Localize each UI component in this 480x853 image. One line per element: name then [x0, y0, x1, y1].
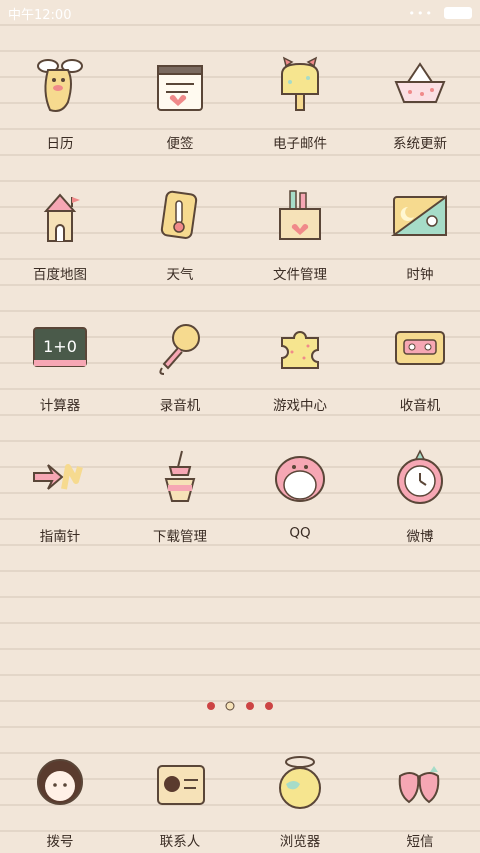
status-time: 中午12:00 [8, 7, 72, 23]
dock-browser[interactable]: 浏览器 [240, 746, 360, 850]
day-night-icon [390, 195, 447, 236]
dock-phone[interactable]: 拨号 [0, 746, 120, 850]
app-label: 浏览器 [279, 834, 321, 850]
app-label: 文件管理 [273, 267, 327, 283]
page-dot-icon [245, 696, 255, 710]
app-calculator[interactable]: 1+0 计算器 [0, 310, 120, 441]
dock-contacts[interactable]: 联系人 [120, 746, 240, 850]
app-label: QQ [289, 525, 311, 541]
app-weather[interactable]: 天气 [120, 179, 240, 310]
thermometer-icon [160, 190, 198, 239]
svg-text:1+0: 1+0 [43, 337, 77, 356]
app-label: 天气 [166, 267, 194, 283]
app-label: 便签 [166, 136, 194, 152]
app-label: 时钟 [406, 267, 434, 283]
app-label: 计算器 [39, 398, 81, 414]
app-game-center[interactable]: 游戏中心 [240, 310, 360, 441]
dock: 拨号 联系人 浏览器 短信 [0, 746, 480, 850]
battery-icon [444, 7, 472, 19]
app-qq[interactable]: QQ [240, 441, 360, 572]
pencil-box-icon [279, 190, 321, 240]
app-download-manager[interactable]: 下载管理 [120, 441, 240, 572]
page-dot-active-icon [225, 696, 235, 711]
mailbox-icon [281, 56, 319, 111]
app-label: 联系人 [159, 834, 201, 850]
app-label: 拨号 [46, 834, 74, 850]
app-label: 短信 [406, 834, 434, 850]
status-bar: 中午12:00 ••• [0, 0, 480, 26]
compass-arrow-icon [33, 464, 83, 490]
cassette-icon [395, 331, 445, 365]
notepad-icon [157, 65, 203, 111]
app-radio[interactable]: 收音机 [360, 310, 480, 441]
app-weibo[interactable]: 微博 [360, 441, 480, 572]
app-label: 游戏中心 [273, 398, 327, 414]
microphone-icon [159, 324, 200, 375]
signal-dots: ••• [408, 6, 434, 20]
phone-girl-icon [37, 759, 83, 805]
puzzle-icon [281, 331, 319, 369]
app-grid: 日历 便签 电子邮件 系统更新 百度地图 天气 文件管理 时钟 1+0 计算器 … [0, 48, 480, 572]
app-notes[interactable]: 便签 [120, 48, 240, 179]
app-label: 日历 [46, 136, 74, 152]
app-label: 收音机 [399, 398, 441, 414]
drink-cup-icon [164, 450, 196, 502]
app-label: 指南针 [39, 529, 81, 545]
app-system-update[interactable]: 系统更新 [360, 48, 480, 179]
calculator-icon: 1+0 [33, 327, 87, 367]
strawberries-icon [398, 766, 440, 804]
app-label: 百度地图 [33, 267, 87, 283]
app-label: 电子邮件 [273, 136, 327, 152]
app-baidu-map[interactable]: 百度地图 [0, 179, 120, 310]
app-calendar[interactable]: 日历 [0, 48, 120, 179]
dock-messages[interactable]: 短信 [360, 746, 480, 850]
contact-card-icon [157, 765, 205, 805]
app-clock[interactable]: 时钟 [360, 179, 480, 310]
app-label: 系统更新 [393, 136, 447, 152]
app-label: 下载管理 [153, 529, 207, 545]
app-label: 录音机 [159, 398, 201, 414]
app-label: 微博 [406, 529, 434, 545]
page-dot-icon [206, 696, 216, 710]
globe-halo-icon [279, 756, 321, 809]
strawberry-clock-icon [397, 449, 443, 504]
status-indicators: ••• [409, 7, 472, 20]
paper-boat-icon [394, 62, 446, 103]
app-email[interactable]: 电子邮件 [240, 48, 360, 179]
castle-icon [43, 193, 80, 242]
page-indicator [0, 696, 480, 715]
calendar-icon [37, 59, 83, 112]
app-file-manager[interactable]: 文件管理 [240, 179, 360, 310]
page-dot-icon [264, 696, 274, 710]
penguin-icon [275, 456, 325, 502]
app-compass[interactable]: 指南针 [0, 441, 120, 572]
app-recorder[interactable]: 录音机 [120, 310, 240, 441]
